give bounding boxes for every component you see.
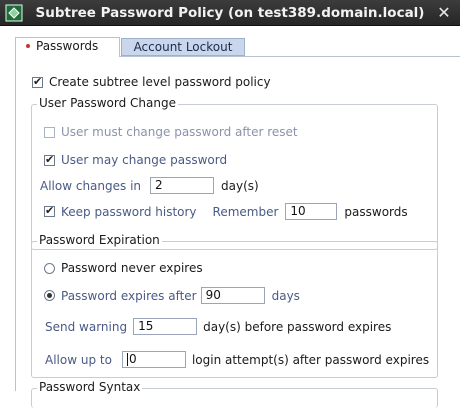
send-warning-field[interactable]: 15 (133, 318, 198, 335)
must-change-row[interactable]: User must change password after reset (44, 125, 298, 139)
expires-after-radio[interactable] (44, 290, 55, 301)
title-bar[interactable]: Subtree Password Policy (on test389.doma… (0, 0, 460, 26)
tab-label: Account Lockout (133, 40, 233, 54)
allow-changes-field[interactable]: 2 (150, 177, 215, 194)
never-expires-row[interactable]: Password never expires (44, 261, 203, 275)
tab-label: Passwords (36, 39, 99, 53)
tab-account-lockout[interactable]: Account Lockout (121, 38, 245, 56)
text-caret (126, 353, 128, 366)
create-policy-checkbox[interactable] (32, 75, 43, 88)
remember-field[interactable]: 10 (285, 203, 338, 220)
tab-passwords[interactable]: Passwords (15, 37, 120, 57)
keep-history-label: Keep password history (61, 204, 197, 219)
expires-after-row: Password expires after 90 days (44, 287, 300, 304)
group-title: Password Syntax (37, 380, 143, 394)
allow-up-to-field[interactable]: 0 (121, 351, 186, 368)
may-change-row[interactable]: User may change password (44, 153, 227, 167)
never-expires-label: Password never expires (61, 261, 203, 275)
keep-history-row: Keep password history Remember 10 passwo… (44, 203, 408, 220)
allow-changes-label: Allow changes in (40, 178, 142, 193)
allow-up-to-label: Allow up to (45, 352, 112, 367)
window-title: Subtree Password Policy (on test389.doma… (35, 5, 425, 21)
never-expires-radio[interactable] (44, 262, 55, 274)
send-warning-row: Send warning 15 day(s) before password e… (45, 318, 391, 335)
may-change-checkbox[interactable] (44, 153, 55, 166)
expires-after-unit: days (271, 288, 300, 303)
create-policy-label: Create subtree level password policy (49, 75, 271, 89)
send-warning-suffix: day(s) before password expires (203, 319, 392, 334)
allow-changes-row: Allow changes in 2 day(s) (40, 177, 259, 194)
keep-history-checkbox[interactable] (44, 204, 55, 217)
close-icon[interactable]: ✕ (434, 3, 454, 23)
allow-changes-unit: day(s) (221, 178, 259, 193)
may-change-label: User may change password (61, 153, 228, 167)
allow-up-to-value: 0 (128, 352, 137, 366)
expires-after-field[interactable]: 90 (200, 287, 265, 304)
selected-dot-icon (26, 43, 30, 48)
group-title: User Password Change (37, 96, 178, 110)
create-policy-row[interactable]: Create subtree level password policy (32, 75, 271, 89)
must-change-label: User must change password after reset (61, 125, 298, 139)
remember-unit: passwords (344, 204, 408, 219)
remember-label: Remember (212, 204, 279, 219)
dialog-content: Account Lockout Passwords Create subtree… (0, 26, 460, 408)
send-warning-label: Send warning (45, 319, 128, 334)
password-syntax-group: Password Syntax (31, 380, 438, 408)
allow-up-to-row: Allow up to 0 login attempt(s) after pas… (45, 351, 429, 368)
expires-after-label: Password expires after (61, 288, 197, 303)
group-title: Password Expiration (37, 233, 162, 247)
must-change-checkbox[interactable] (44, 126, 55, 138)
allow-up-to-suffix: login attempt(s) after password expires (191, 352, 430, 367)
